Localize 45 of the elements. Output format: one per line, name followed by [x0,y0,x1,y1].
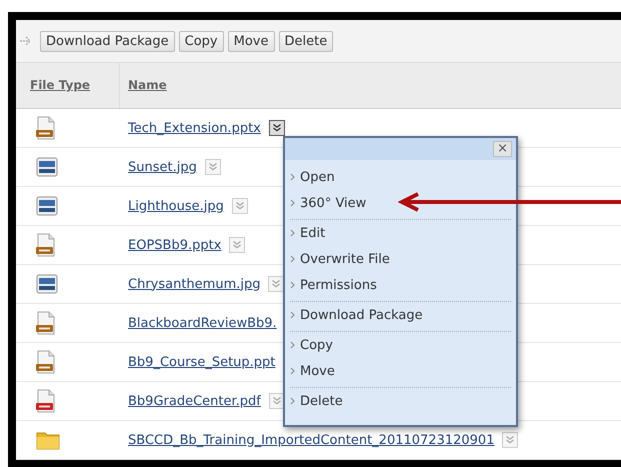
toolbar-button[interactable]: Download Package [40,30,175,52]
file-link[interactable]: Tech_Extension.pptx [120,120,261,136]
close-button[interactable]: × [493,141,512,157]
image-icon [36,157,58,177]
file-link[interactable]: Lighthouse.jpg [120,198,224,214]
file-link[interactable]: Bb9_Course_Setup.ppt [120,354,276,370]
file-link[interactable]: Chrysanthemum.jpg [120,276,260,292]
chevron-button[interactable] [268,120,285,136]
file-link[interactable]: SBCCD_Bb_Training_ImportedContent_20110723120901 [120,432,494,448]
document-icon [36,311,56,335]
toolbar-button[interactable]: Delete [278,30,334,52]
image-icon [36,274,58,294]
folder-icon [36,430,60,450]
menu-item[interactable]: Edit [290,220,326,246]
arrow-icon [20,36,32,46]
chevron-icon [290,397,295,405]
document-icon [36,350,56,374]
chevron-icon [290,199,295,207]
toolbar-button[interactable]: Copy [178,30,224,52]
document-icon [36,233,56,257]
menu-item[interactable]: Open [290,164,335,190]
column-header[interactable]: Name [120,63,167,108]
document-icon [36,389,56,413]
column-header[interactable]: File Type [16,63,120,108]
chevron-icon [290,341,295,349]
menu-item[interactable]: Move [290,358,335,384]
file-link[interactable]: BlackboardReviewBb9. [120,316,277,330]
toolbar-button[interactable]: Move [228,30,274,52]
menu-item[interactable]: Download Package [290,302,423,328]
chevron-icon [290,367,295,375]
menu-item[interactable]: Permissions [290,272,377,298]
chevron-icon [290,311,295,319]
file-link[interactable]: Bb9GradeCenter.pdf [120,394,261,408]
menu-item[interactable]: Overwrite File [290,246,390,272]
menu-item[interactable]: Copy [290,332,333,358]
file-link[interactable]: EOPSBb9.pptx [120,238,222,252]
document-icon [36,116,56,140]
chevron-icon [290,255,295,263]
chevron-icon [290,229,295,237]
menu-item[interactable]: Delete [290,388,343,414]
menu-item[interactable]: 360° View [290,190,366,216]
image-icon [36,196,58,216]
chevron-icon [290,281,295,289]
file-link[interactable]: Sunset.jpg [120,160,197,174]
chevron-icon [290,173,295,181]
